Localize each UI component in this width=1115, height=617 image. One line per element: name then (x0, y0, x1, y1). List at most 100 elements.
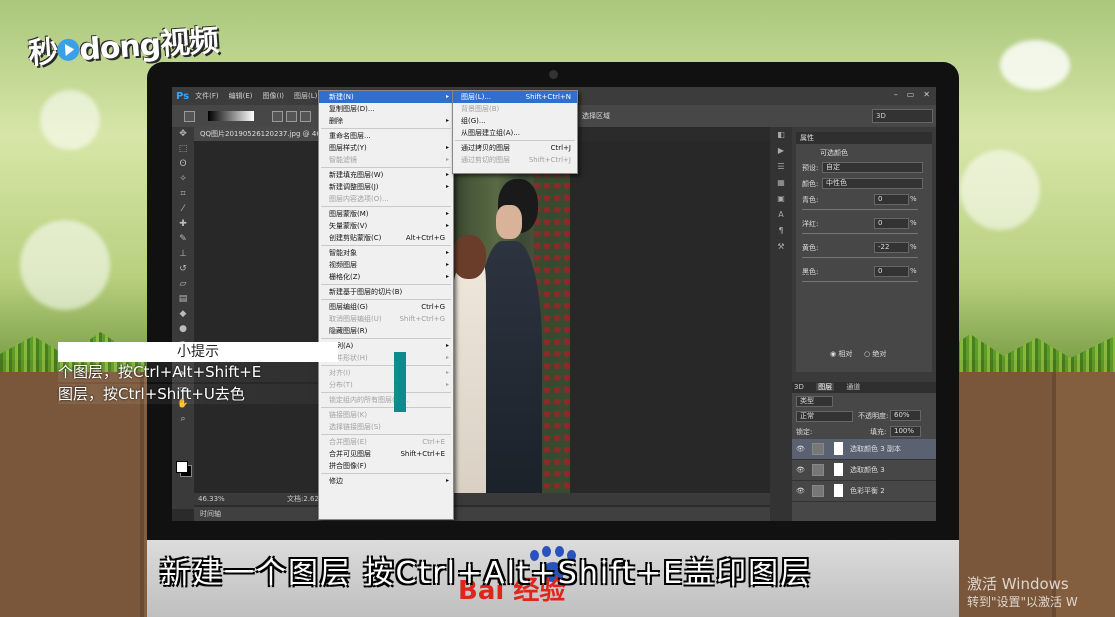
tool-presets-icon[interactable]: ⚒ (770, 239, 792, 255)
radio-absolute[interactable]: ○ 绝对 (864, 349, 886, 359)
move-tool-icon[interactable]: ✥ (172, 127, 194, 142)
history-panel-icon[interactable]: ◧ (770, 127, 792, 143)
gradient-preview[interactable] (208, 111, 254, 121)
menu-item: 智能滤镜 ▸ (319, 154, 453, 166)
menu-item[interactable]: 组(G)... (453, 115, 577, 127)
menu-item[interactable]: 合并可见图层 Shift+Ctrl+E (319, 448, 453, 460)
black-input[interactable]: 0 (874, 266, 909, 277)
menu-item[interactable]: 复制图层(D)... (319, 103, 453, 115)
angle-gradient-icon[interactable] (300, 111, 311, 122)
foreground-color-swatch[interactable] (176, 461, 188, 473)
layer-row[interactable]: 👁 选取颜色 3 副本 (792, 439, 936, 460)
menu-shortcut: Alt+Ctrl+G (405, 234, 445, 242)
history-brush-icon[interactable]: ↺ (172, 262, 194, 277)
menu-item[interactable]: 新建填充图层(W) ▸ (319, 169, 453, 181)
radial-gradient-icon[interactable] (286, 111, 297, 122)
dodge-tool-icon[interactable]: ● (172, 322, 194, 337)
menu-item[interactable]: 隐藏图层(R) (319, 325, 453, 337)
menu-item[interactable]: 通过拷贝的图层 Ctrl+J (453, 142, 577, 154)
visibility-eye-icon[interactable]: 👁 (796, 439, 805, 459)
menu-item[interactable]: 删除 ▸ (319, 115, 453, 127)
paragraph-panel-icon[interactable]: ¶ (770, 223, 792, 239)
magenta-slider[interactable] (802, 233, 918, 234)
tab-3d[interactable]: 3D (792, 383, 806, 391)
workspace-3d-select[interactable]: 3D (872, 109, 933, 123)
submenu-arrow-icon: ▸ (445, 171, 449, 178)
healing-brush-icon[interactable]: ✚ (172, 217, 194, 232)
eraser-icon[interactable]: ▱ (172, 277, 194, 292)
visibility-eye-icon[interactable]: 👁 (796, 481, 805, 501)
magenta-input[interactable]: 0 (874, 218, 909, 229)
lasso-tool-icon[interactable]: ʘ (172, 157, 194, 172)
menu-item[interactable]: 图层样式(Y) ▸ (319, 142, 453, 154)
yellow-slider[interactable] (802, 257, 918, 258)
menu-image[interactable]: 图像(I) (263, 91, 285, 101)
brush-tool-icon[interactable]: ✎ (172, 232, 194, 247)
menu-item[interactable]: 图层蒙版(M) ▸ (319, 208, 453, 220)
yellow-input[interactable]: -22 (874, 242, 909, 253)
black-slider[interactable] (802, 281, 918, 282)
tab-channels[interactable]: 通道 (844, 383, 862, 391)
menu-item[interactable]: 视频图层 ▸ (319, 259, 453, 271)
menu-shortcut: Ctrl+J (550, 144, 571, 152)
menu-item[interactable]: 图层编组(G) Ctrl+G (319, 301, 453, 313)
swatches-panel-icon[interactable]: ▣ (770, 191, 792, 207)
fill-input[interactable]: 100% (890, 426, 921, 437)
menu-item[interactable]: 创建剪贴蒙版(C) Alt+Ctrl+G (319, 232, 453, 244)
layer-mask-thumb[interactable] (834, 463, 843, 476)
radio-relative[interactable]: ◉ 相对 (830, 349, 852, 359)
visibility-eye-icon[interactable]: 👁 (796, 460, 805, 480)
gradient-tool-icon[interactable]: ▤ (172, 292, 194, 307)
menu-item[interactable]: 栅格化(Z) ▸ (319, 271, 453, 283)
character-panel-icon[interactable]: A (770, 207, 792, 223)
menu-separator (321, 167, 451, 168)
menu-item[interactable]: 重命名图层... (319, 130, 453, 142)
submenu-arrow-icon: ▸ (445, 477, 449, 484)
tab-layers[interactable]: 图层 (816, 383, 835, 391)
actions-panel-icon[interactable]: ▶ (770, 143, 792, 159)
close-button[interactable]: ✕ (923, 90, 930, 99)
minimize-button[interactable]: – (894, 90, 898, 99)
color-select[interactable]: 中性色 (822, 178, 923, 189)
opacity-input[interactable]: 60% (890, 410, 921, 421)
menu-item[interactable]: 图层(L)... Shift+Ctrl+N (453, 91, 577, 103)
cyan-slider[interactable] (802, 209, 918, 210)
menu-file[interactable]: 文件(F) (195, 91, 219, 101)
eyedropper-icon[interactable]: ⁄ (172, 202, 194, 217)
stamp-tool-icon[interactable]: ⊥ (172, 247, 194, 262)
layer-row[interactable]: 👁 色彩平衡 2 (792, 481, 936, 502)
marquee-tool-icon[interactable]: ⬚ (172, 142, 194, 157)
blur-tool-icon[interactable]: ◆ (172, 307, 194, 322)
maximize-button[interactable]: ▭ (907, 90, 915, 99)
photoshop-window: Ps 文件(F) 编辑(E) 图像(I) 图层(L) – ▭ ✕ 选择区域 3D… (172, 87, 936, 521)
zoom-tool-icon[interactable]: ⌕ (172, 412, 194, 427)
menu-item[interactable]: 新建调整图层(J) ▸ (319, 181, 453, 193)
menu-item[interactable]: 修边 ▸ (319, 475, 453, 487)
menu-item[interactable]: 拼合图像(F) (319, 460, 453, 472)
preset-select[interactable]: 自定 (822, 162, 923, 173)
crop-tool-icon[interactable]: ⌗ (172, 187, 194, 202)
menu-item[interactable]: 智能对象 ▸ (319, 247, 453, 259)
menu-item[interactable]: 新建基于图层的切片(B) (319, 286, 453, 298)
document-tab[interactable]: QQ图片20190526120237.jpg @ 46.3% (194, 127, 324, 141)
layer-mask-thumb[interactable] (834, 484, 843, 497)
layer-filter-select[interactable]: 类型 (796, 396, 833, 407)
tool-preset-icon[interactable] (184, 111, 195, 122)
blend-mode-select[interactable]: 正常 (796, 411, 853, 422)
menu-edit[interactable]: 编辑(E) (229, 91, 253, 101)
menu-item[interactable]: 从图层建立组(A)... (453, 127, 577, 139)
magic-wand-icon[interactable]: ✧ (172, 172, 194, 187)
timeline-tab[interactable]: 时间轴 (194, 507, 776, 521)
magenta-label: 洋红: (802, 220, 819, 228)
menu-item[interactable]: 矢量蒙版(V) ▸ (319, 220, 453, 232)
styles-panel-icon[interactable]: ▦ (770, 175, 792, 191)
menu-item[interactable]: 新建(N) ▸ (319, 91, 453, 103)
adjust-panel-icon[interactable]: ☰ (770, 159, 792, 175)
zoom-level[interactable]: 46.33% (198, 495, 225, 503)
layer-mask-thumb[interactable] (834, 442, 843, 455)
menu-layer[interactable]: 图层(L) (294, 91, 317, 101)
layer-row[interactable]: 👁 选取颜色 3 (792, 460, 936, 481)
properties-tab[interactable]: 属性 (796, 132, 932, 144)
cyan-input[interactable]: 0 (874, 194, 909, 205)
linear-gradient-icon[interactable] (272, 111, 283, 122)
